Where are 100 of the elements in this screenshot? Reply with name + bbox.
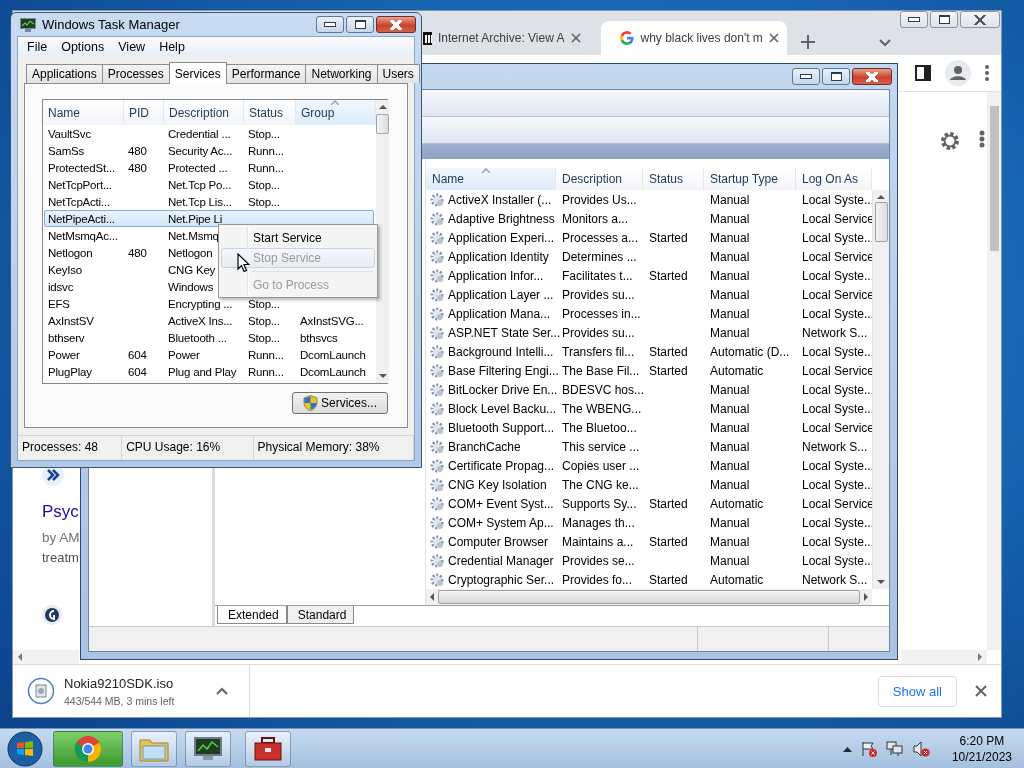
column-header[interactable]: Group <box>296 100 376 125</box>
table-cell: Local Syste... <box>802 344 875 359</box>
vertical-scrollbar[interactable] <box>987 92 1001 650</box>
horizontal-scrollbar[interactable] <box>901 650 987 664</box>
minimize-button[interactable] <box>792 68 820 85</box>
view-tab[interactable]: Extended <box>217 606 287 624</box>
menu-item[interactable]: Start Service <box>221 227 375 248</box>
vertical-scrollbar[interactable] <box>376 100 389 383</box>
column-header[interactable]: Status <box>643 168 704 190</box>
tab[interactable]: Processes <box>101 64 170 83</box>
table-cell: Net.Tcp Lis... <box>168 195 232 208</box>
apps-grid-icon[interactable] <box>979 130 987 148</box>
gear-icon <box>429 495 445 512</box>
menu-item[interactable]: File <box>20 40 55 54</box>
horizontal-scrollbar[interactable] <box>13 650 79 664</box>
caret-up-icon[interactable] <box>216 687 228 695</box>
menu-icon[interactable] <box>985 65 989 81</box>
close-icon[interactable] <box>768 33 779 43</box>
column-header[interactable]: PID <box>124 100 164 125</box>
close-icon[interactable] <box>975 685 987 697</box>
flag-icon[interactable] <box>860 740 877 757</box>
profile-icon[interactable] <box>945 60 971 86</box>
table-cell: Local Syste... <box>802 534 875 549</box>
column-header[interactable]: Startup Type <box>704 168 796 190</box>
table-cell: EFS <box>48 297 70 310</box>
maximize-button[interactable] <box>822 68 850 85</box>
tab[interactable]: Services <box>168 62 227 84</box>
table-cell: Local Syste... <box>802 192 875 207</box>
clock[interactable]: 6:20 PM 10/21/2023 <box>951 732 1012 765</box>
chevron-up-icon[interactable] <box>842 745 852 752</box>
chevron-down-icon[interactable] <box>878 39 891 47</box>
table-cell: Manual <box>710 249 750 264</box>
vertical-scrollbar[interactable] <box>872 190 889 589</box>
table-cell: Facilitates t... <box>562 268 633 283</box>
maximize-button[interactable] <box>346 16 374 33</box>
tab[interactable]: Applications <box>26 64 103 83</box>
table-cell: 480 <box>128 144 147 157</box>
browser-tab[interactable]: why black lives don't m <box>600 21 787 55</box>
tab[interactable]: Performance <box>225 64 307 83</box>
download-status-text: 443/544 MB, 3 mins left <box>64 694 176 707</box>
table-cell: Manual <box>710 420 750 435</box>
table-cell: Provides se... <box>562 553 635 568</box>
disc-file-icon <box>27 677 55 705</box>
column-header[interactable]: Log On As <box>796 168 872 190</box>
table-cell: Manual <box>710 325 750 340</box>
show-all-button[interactable]: Show all <box>877 675 957 707</box>
table-cell: Windows <box>168 280 214 293</box>
menu-item[interactable]: View <box>111 40 153 54</box>
taskbar-button[interactable] <box>185 730 231 767</box>
plus-icon[interactable] <box>800 35 815 49</box>
close-button[interactable] <box>376 16 416 33</box>
close-button[interactable] <box>852 68 892 85</box>
settings-icon[interactable] <box>939 130 961 152</box>
column-header[interactable]: Status <box>244 100 296 125</box>
table-cell: Manual <box>710 192 750 207</box>
column-header[interactable]: Description <box>164 100 244 125</box>
table-cell: Transfers fil... <box>562 344 635 359</box>
taskbar-button[interactable] <box>245 730 291 767</box>
network-icon[interactable] <box>885 740 904 757</box>
table-cell: Automatic (D... <box>710 344 790 359</box>
table-cell: Monitors a... <box>562 211 629 226</box>
table-cell: Local Service <box>802 420 875 435</box>
maximize-button[interactable] <box>930 11 958 28</box>
table-cell: Local Syste... <box>802 230 875 245</box>
tab[interactable]: Users <box>376 64 420 83</box>
table-cell: Manages th... <box>562 515 635 530</box>
table-cell: Automatic <box>710 496 764 511</box>
speaker-muted-icon[interactable] <box>912 740 930 757</box>
close-button[interactable] <box>960 11 1000 28</box>
table-cell: Runn... <box>248 365 284 378</box>
window-title: Windows Task Manager <box>42 17 181 32</box>
column-header[interactable]: Name <box>426 168 556 190</box>
tab[interactable]: Networking <box>305 64 378 83</box>
chrome-icon <box>74 734 102 763</box>
result-link[interactable]: Psyc <box>42 500 79 524</box>
table-cell: Manual <box>710 230 750 245</box>
menu-item[interactable]: Options <box>54 40 112 54</box>
site-logo-icon <box>42 605 62 625</box>
minimize-button[interactable] <box>900 11 928 28</box>
table-cell: Provides su... <box>562 287 635 302</box>
table-cell: DcomLaunch <box>300 348 366 361</box>
column-header[interactable]: Description <box>556 168 643 190</box>
table-cell: Runn... <box>248 144 284 157</box>
table-cell: Network S... <box>802 325 868 340</box>
horizontal-scrollbar[interactable] <box>426 589 872 605</box>
browser-tab[interactable]: Internet Archive: View A <box>423 21 589 55</box>
close-icon[interactable] <box>570 33 581 43</box>
view-tab[interactable]: Standard <box>286 606 355 624</box>
table-cell: Local Syste... <box>802 515 875 530</box>
table-cell: AxInstSV <box>48 314 94 327</box>
table-cell: Local Syste... <box>802 268 875 283</box>
column-header[interactable]: Name <box>43 100 124 125</box>
table-cell: Application Layer ... <box>448 287 554 302</box>
table-cell: bthserv <box>48 331 85 344</box>
start-orb-icon[interactable] <box>7 730 43 767</box>
services-button[interactable]: Services... <box>292 392 388 414</box>
side-panel-icon[interactable] <box>915 65 931 81</box>
table-cell: Application Identity <box>448 249 549 264</box>
menu-item[interactable]: Help <box>152 40 192 54</box>
minimize-button[interactable] <box>316 16 344 33</box>
